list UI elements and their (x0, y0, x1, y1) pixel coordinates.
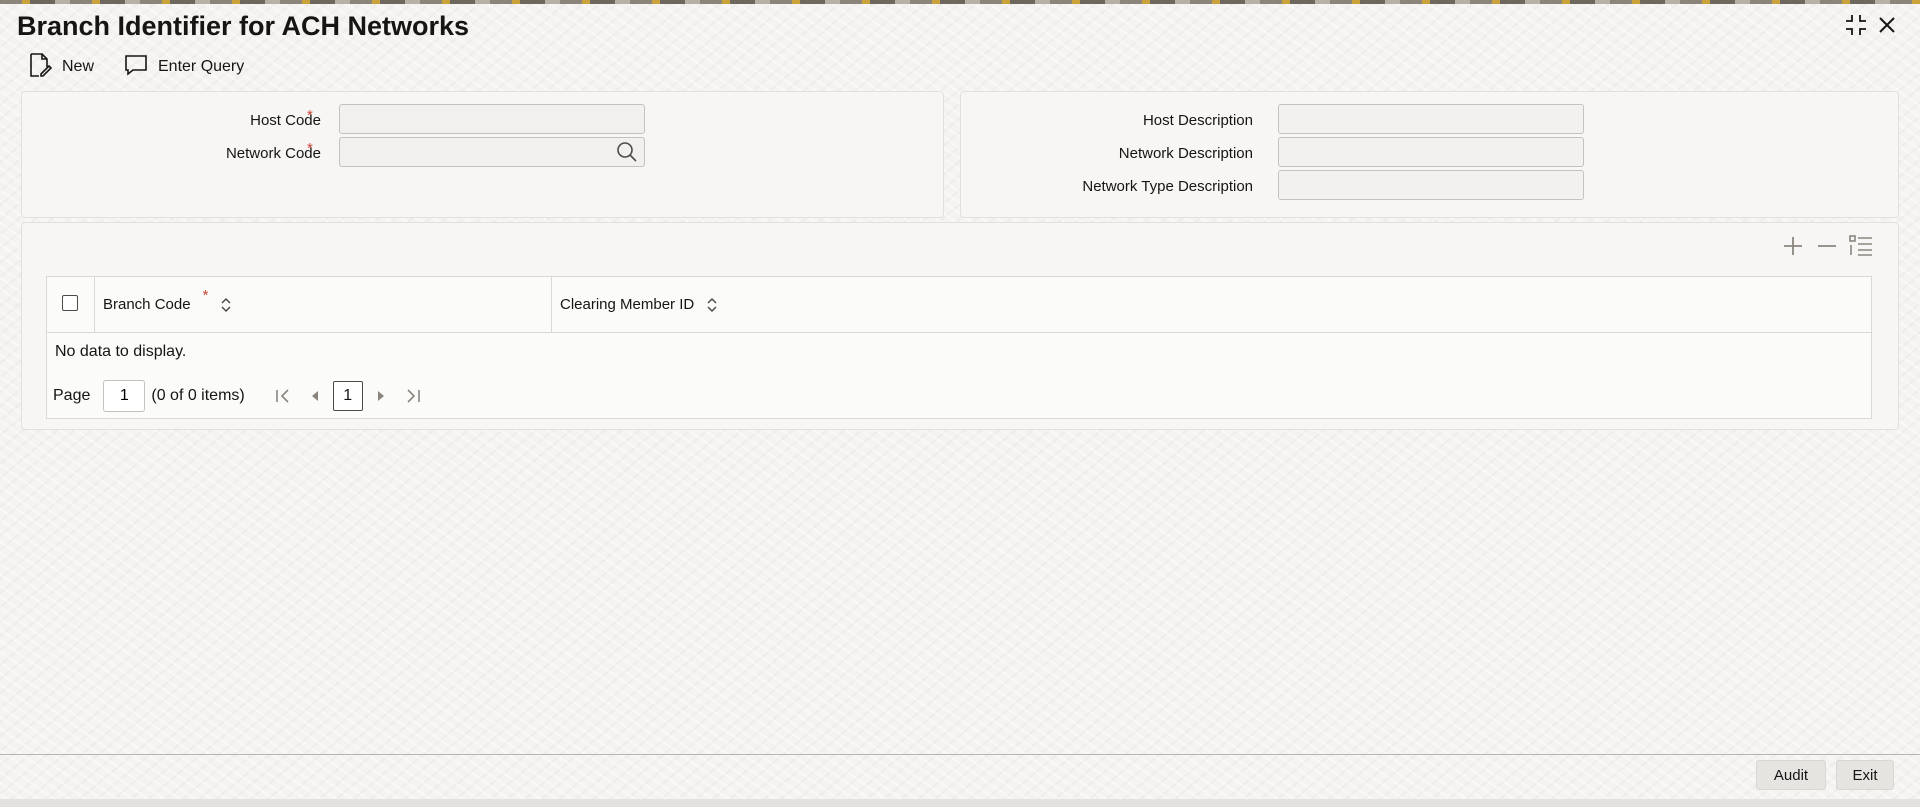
network-description-field (1278, 137, 1584, 167)
page-label: Page (53, 387, 91, 404)
required-marker: * (202, 287, 209, 304)
column-header-branch-code[interactable]: Branch Code * (103, 277, 232, 332)
add-row-icon[interactable] (1781, 234, 1805, 258)
host-description-field (1278, 104, 1584, 134)
branch-grid: Branch Code * Clearing Member ID No data… (46, 276, 1872, 419)
key-fields-panel: Host Code * Network Code * (21, 91, 944, 218)
exit-button[interactable]: Exit (1836, 760, 1894, 790)
footer-divider (0, 754, 1920, 755)
required-marker: * (307, 140, 313, 157)
required-marker: * (307, 107, 313, 124)
page-number-input[interactable] (103, 380, 146, 412)
close-icon[interactable] (1874, 12, 1900, 38)
empty-message: No data to display. (55, 343, 187, 360)
description-panel: Host Description Network Description Net… (960, 91, 1899, 218)
grid-header: Branch Code * Clearing Member ID (47, 277, 1871, 333)
delete-row-icon[interactable] (1815, 234, 1839, 258)
new-button-label: New (62, 58, 95, 75)
network-description-label: Network Description (1118, 145, 1253, 162)
enter-query-label: Enter Query (158, 58, 245, 75)
new-button[interactable]: New (28, 52, 94, 82)
column-label: Branch Code (103, 296, 191, 313)
network-code-input[interactable] (339, 137, 645, 167)
chat-query-icon (124, 53, 148, 82)
page-title: Branch Identifier for ACH Networks (17, 11, 470, 41)
pagination: Page (0 of 0 items) 1 (53, 380, 425, 412)
single-view-icon[interactable] (1849, 234, 1873, 258)
footer-band (0, 799, 1920, 807)
top-decoration-strip (0, 0, 1920, 4)
network-type-description-field (1278, 170, 1584, 200)
enter-query-button[interactable]: Enter Query (124, 52, 244, 82)
column-label: Clearing Member ID (560, 296, 695, 313)
host-code-input[interactable] (339, 104, 645, 134)
last-page-icon[interactable] (401, 384, 425, 408)
collapse-icon[interactable] (1843, 12, 1869, 38)
search-icon[interactable] (616, 141, 638, 168)
items-count: (0 of 0 items) (151, 387, 245, 404)
column-header-clearing-member-id[interactable]: Clearing Member ID (560, 277, 718, 332)
next-page-icon[interactable] (369, 384, 393, 408)
audit-button[interactable]: Audit (1756, 760, 1826, 790)
sort-icon[interactable] (220, 297, 232, 313)
sort-icon[interactable] (706, 297, 718, 313)
host-description-label: Host Description (1142, 112, 1253, 129)
current-page[interactable]: 1 (332, 381, 363, 411)
first-page-icon[interactable] (271, 384, 295, 408)
grid-toolbar (1781, 234, 1873, 258)
new-document-icon (28, 52, 53, 83)
previous-page-icon[interactable] (303, 384, 327, 408)
select-all-checkbox[interactable] (62, 295, 78, 311)
network-type-description-label: Network Type Description (1082, 178, 1253, 195)
